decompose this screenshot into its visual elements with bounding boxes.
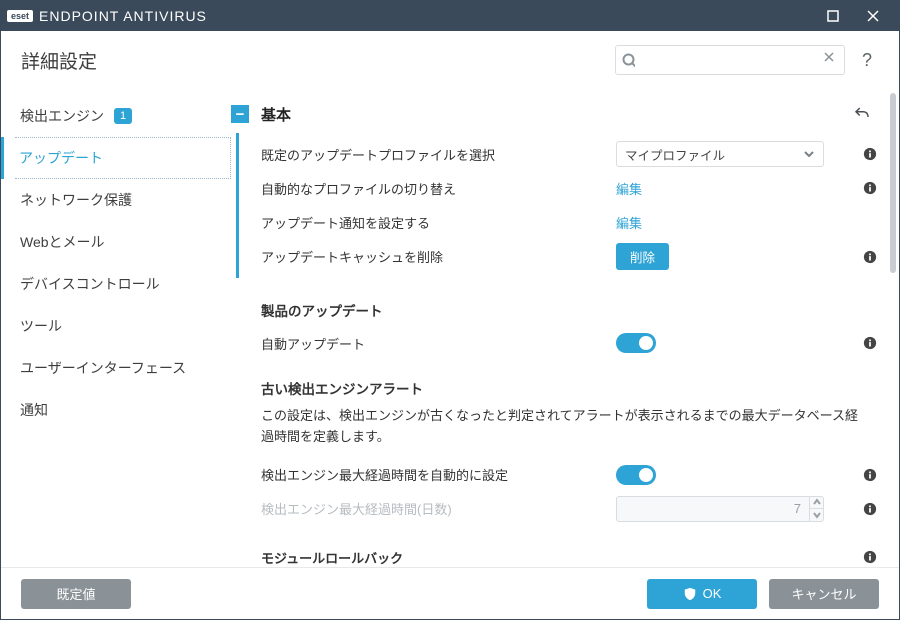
row-default-profile: 既定のアップデートプロファイルを選択 マイプロファイル — [261, 137, 877, 171]
edit-notify-link[interactable]: 編集 — [616, 213, 642, 232]
auto-age-toggle[interactable] — [616, 465, 656, 485]
desc-old-engine: この設定は、検出エンジンが古くなったと判定されてアラートが表示されるまでの最大デ… — [261, 404, 877, 458]
sidebar-item-tools[interactable]: ツール — [15, 305, 231, 347]
main-area: 検出エンジン 1 アップデート ネットワーク保護 Webとメール デバイスコント… — [1, 89, 899, 567]
subheading-rollback: モジュールロールバック — [261, 548, 606, 567]
search-input[interactable] — [635, 53, 823, 68]
sidebar-badge: 1 — [114, 108, 132, 124]
ok-label: OK — [703, 586, 722, 601]
spinner-up[interactable] — [810, 497, 823, 510]
edit-auto-switch-link[interactable]: 編集 — [616, 179, 642, 198]
sidebar-item-label: ユーザーインターフェース — [20, 358, 186, 378]
clear-cache-button[interactable]: 削除 — [616, 243, 669, 270]
label-clear-cache: アップデートキャッシュを削除 — [261, 247, 606, 266]
sidebar-item-label: アップデート — [19, 148, 103, 168]
info-icon — [863, 550, 877, 564]
row-clear-cache: アップデートキャッシュを削除 削除 — [261, 239, 877, 274]
label-default-profile: 既定のアップデートプロファイルを選択 — [261, 145, 606, 164]
info-icon — [863, 336, 877, 350]
chevron-down-icon — [803, 148, 815, 160]
help-button[interactable]: ? — [855, 50, 879, 71]
info-icon — [863, 502, 877, 516]
close-icon — [823, 51, 838, 66]
default-profile-select[interactable]: マイプロファイル — [616, 141, 824, 167]
row-auto-update: 自動アップデート — [261, 326, 877, 360]
sidebar-item-label: ツール — [20, 316, 62, 336]
label-auto-age: 検出エンジン最大経過時間を自動的に設定 — [261, 465, 606, 484]
sidebar-item-update[interactable]: アップデート — [15, 137, 231, 179]
section-header-basic: − 基本 — [231, 95, 877, 133]
chevron-down-icon — [813, 511, 821, 519]
spinner-down[interactable] — [810, 509, 823, 521]
label-age-days: 検出エンジン最大経過時間(日数) — [261, 499, 606, 518]
label-notify: アップデート通知を設定する — [261, 213, 606, 232]
titlebar: eset ENDPOINT ANTIVIRUS — [1, 1, 899, 31]
auto-update-toggle[interactable] — [616, 333, 656, 353]
age-days-spinner — [616, 496, 824, 522]
scrollbar[interactable] — [887, 89, 899, 567]
sidebar-item-detection-engine[interactable]: 検出エンジン 1 — [15, 95, 231, 137]
label-auto-update: 自動アップデート — [261, 334, 606, 353]
section-rows: 既定のアップデートプロファイルを選択 マイプロファイル 自動的なプロファイルの切… — [236, 133, 877, 278]
info-button[interactable] — [863, 336, 877, 350]
sidebar-item-ui[interactable]: ユーザーインターフェース — [15, 347, 231, 389]
row-auto-age: 検出エンジン最大経過時間を自動的に設定 — [261, 458, 877, 492]
info-icon — [863, 250, 877, 264]
undo-icon — [853, 105, 871, 123]
defaults-button[interactable]: 既定値 — [21, 579, 131, 609]
row-auto-switch: 自動的なプロファイルの切り替え 編集 — [261, 171, 877, 205]
header-row: 詳細設定 ? — [1, 31, 899, 89]
footer: 既定値 OK キャンセル — [1, 567, 899, 619]
sidebar-item-label: ネットワーク保護 — [20, 190, 132, 210]
content-panel: − 基本 既定のアップデートプロファイルを選択 マイプロファイル — [231, 89, 887, 567]
window-maximize-button[interactable] — [813, 1, 853, 31]
sidebar-item-label: 検出エンジン — [20, 106, 104, 126]
sidebar-item-notifications[interactable]: 通知 — [15, 389, 231, 431]
brand-name: ENDPOINT ANTIVIRUS — [39, 8, 207, 24]
sidebar-item-label: Webとメール — [20, 232, 105, 252]
row-age-days: 検出エンジン最大経過時間(日数) — [261, 492, 877, 526]
age-days-input — [617, 501, 809, 516]
brand: eset ENDPOINT ANTIVIRUS — [7, 8, 207, 24]
info-button[interactable] — [863, 250, 877, 264]
search-field[interactable] — [615, 45, 845, 75]
search-clear-button[interactable] — [823, 51, 838, 69]
search-icon — [622, 53, 635, 68]
section-product-updates: 製品のアップデート 自動アップデート 古い検出エンジンアラート この設定は、検出… — [236, 278, 877, 567]
info-button[interactable] — [863, 550, 877, 564]
revert-button[interactable] — [853, 105, 871, 123]
content-wrap: − 基本 既定のアップデートプロファイルを選択 マイプロファイル — [231, 89, 899, 567]
scrollbar-thumb[interactable] — [890, 93, 896, 273]
info-button[interactable] — [863, 147, 877, 161]
shield-icon — [683, 587, 697, 601]
sidebar-item-label: 通知 — [20, 400, 48, 420]
sidebar-item-network-protection[interactable]: ネットワーク保護 — [15, 179, 231, 221]
cancel-button[interactable]: キャンセル — [769, 579, 879, 609]
window-close-button[interactable] — [853, 1, 893, 31]
info-button[interactable] — [863, 502, 877, 516]
subheading-old-engine: 古い検出エンジンアラート — [261, 360, 877, 404]
sidebar-item-device-control[interactable]: デバイスコントロール — [15, 263, 231, 305]
close-icon — [867, 10, 879, 22]
info-icon — [863, 147, 877, 161]
row-rollback-heading: モジュールロールバック — [261, 526, 877, 567]
brand-badge: eset — [7, 10, 33, 22]
subheading-product-updates: 製品のアップデート — [261, 282, 877, 326]
info-icon — [863, 181, 877, 195]
info-icon — [863, 468, 877, 482]
sidebar: 検出エンジン 1 アップデート ネットワーク保護 Webとメール デバイスコント… — [1, 89, 231, 567]
info-button[interactable] — [863, 181, 877, 195]
chevron-up-icon — [813, 498, 821, 506]
select-value: マイプロファイル — [625, 145, 725, 164]
row-notify: アップデート通知を設定する 編集 — [261, 205, 877, 239]
label-auto-switch: 自動的なプロファイルの切り替え — [261, 179, 606, 198]
sidebar-item-web-mail[interactable]: Webとメール — [15, 221, 231, 263]
info-button[interactable] — [863, 468, 877, 482]
page-title: 詳細設定 — [21, 47, 615, 74]
sidebar-item-label: デバイスコントロール — [20, 274, 160, 294]
maximize-icon — [827, 10, 839, 22]
collapse-toggle[interactable]: − — [231, 105, 249, 123]
ok-button[interactable]: OK — [647, 579, 757, 609]
section-title: 基本 — [261, 104, 841, 125]
